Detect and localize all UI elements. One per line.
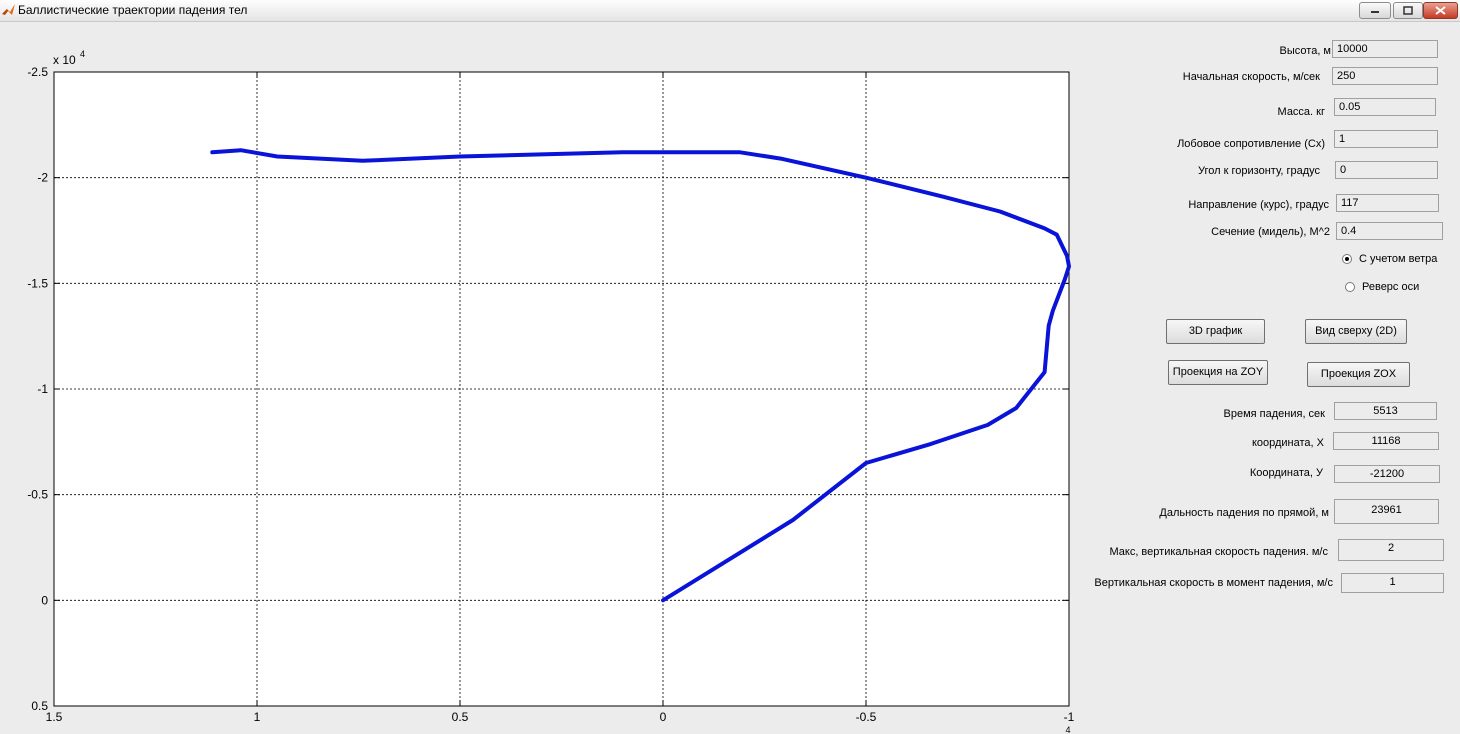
wind-radio-dot[interactable] (1342, 254, 1352, 264)
fall-time-field: 5513 (1334, 402, 1437, 420)
y-tick-label: -1 (37, 382, 48, 396)
angle-field[interactable]: 0 (1335, 161, 1438, 179)
x-tick-label: -1 (1064, 710, 1075, 724)
height-label: Высота, м (1279, 45, 1331, 57)
coord-x-label: координата, X (1251, 437, 1324, 449)
x-tick-label: 1.5 (46, 710, 63, 724)
y-tick-label: 0.5 (31, 699, 48, 713)
course-field[interactable]: 117 (1336, 194, 1439, 212)
impact-vertical-speed-label: Вертикальная скорость в момент падения, … (1094, 577, 1333, 589)
x-tick-label: 1 (254, 710, 261, 724)
course-label: Направление (курс), градус (1188, 199, 1329, 211)
y-tick-label: -1.5 (27, 276, 48, 290)
close-button[interactable] (1423, 2, 1458, 19)
mass-label: Масса. кг (1277, 106, 1325, 118)
x-tick-label: 0 (660, 710, 667, 724)
max-vertical-speed-field: 2 (1338, 539, 1444, 561)
drag-label: Лобовое сопротивление (Cx) (1177, 138, 1325, 150)
drag-field[interactable]: 1 (1334, 130, 1438, 148)
maximize-icon (1403, 6, 1413, 15)
plot-3d-button[interactable]: 3D график (1166, 319, 1265, 344)
coord-x-field: 11168 (1333, 432, 1439, 450)
wind-radio-label: С учетом ветра (1359, 253, 1438, 265)
close-icon (1435, 6, 1446, 15)
speed-field[interactable]: 250 (1332, 67, 1438, 85)
x-multiplier-label: 4 (1065, 725, 1070, 734)
range-field: 23961 (1334, 499, 1439, 524)
minimize-icon (1371, 11, 1379, 13)
window-title: Баллистические траектории падения тел (18, 3, 248, 17)
impact-vertical-speed-field: 1 (1341, 573, 1444, 593)
zox-projection-button[interactable]: Проекция ZOX (1307, 362, 1410, 387)
speed-label: Начальная скорость, м/сек (1182, 71, 1320, 83)
y-tick-label: 0 (41, 593, 48, 607)
reverse-axis-radio-dot[interactable] (1345, 282, 1355, 292)
range-label: Дальность падения по прямой, м (1159, 507, 1329, 519)
trajectory-plot[interactable]: 1.5 1 0.5 0 -0.5 -1 -2.5 -2 -1.5 -1 -0.5 0 0.5 x 10 4 4 (0, 22, 1080, 734)
minimize-button[interactable] (1359, 2, 1391, 19)
zoy-projection-button[interactable]: Проекция на ZOY (1168, 360, 1268, 385)
maximize-button[interactable] (1393, 2, 1423, 19)
y-tick-label: -2 (37, 171, 48, 185)
top-view-button[interactable]: Вид сверху (2D) (1305, 319, 1407, 344)
fall-time-label: Время падения, сек (1223, 408, 1325, 420)
coord-y-label: Координата, У (1249, 467, 1323, 479)
section-label: Сечение (мидель), М^2 (1211, 226, 1330, 238)
matlab-logo-icon (2, 4, 15, 15)
x-tick-label: 0.5 (452, 710, 469, 724)
y-tick-label: -0.5 (27, 488, 48, 502)
angle-label: Угол к горизонту, градус (1198, 165, 1320, 177)
mass-field[interactable]: 0.05 (1334, 98, 1436, 116)
y-tick-label: -2.5 (27, 65, 48, 79)
section-field[interactable]: 0.4 (1336, 222, 1443, 240)
y-multiplier-label: x 10 (53, 53, 76, 67)
height-field[interactable]: 10000 (1332, 40, 1438, 58)
reverse-axis-radio-label: Реверс оси (1362, 281, 1420, 293)
title-bar: Баллистические траектории падения тел (0, 0, 1460, 22)
coord-y-field: -21200 (1334, 465, 1440, 483)
x-tick-label: -0.5 (856, 710, 877, 724)
y-multiplier-exponent: 4 (80, 49, 85, 59)
max-vertical-speed-label: Макс, вертикальная скорость падения. м/с (1109, 546, 1328, 558)
